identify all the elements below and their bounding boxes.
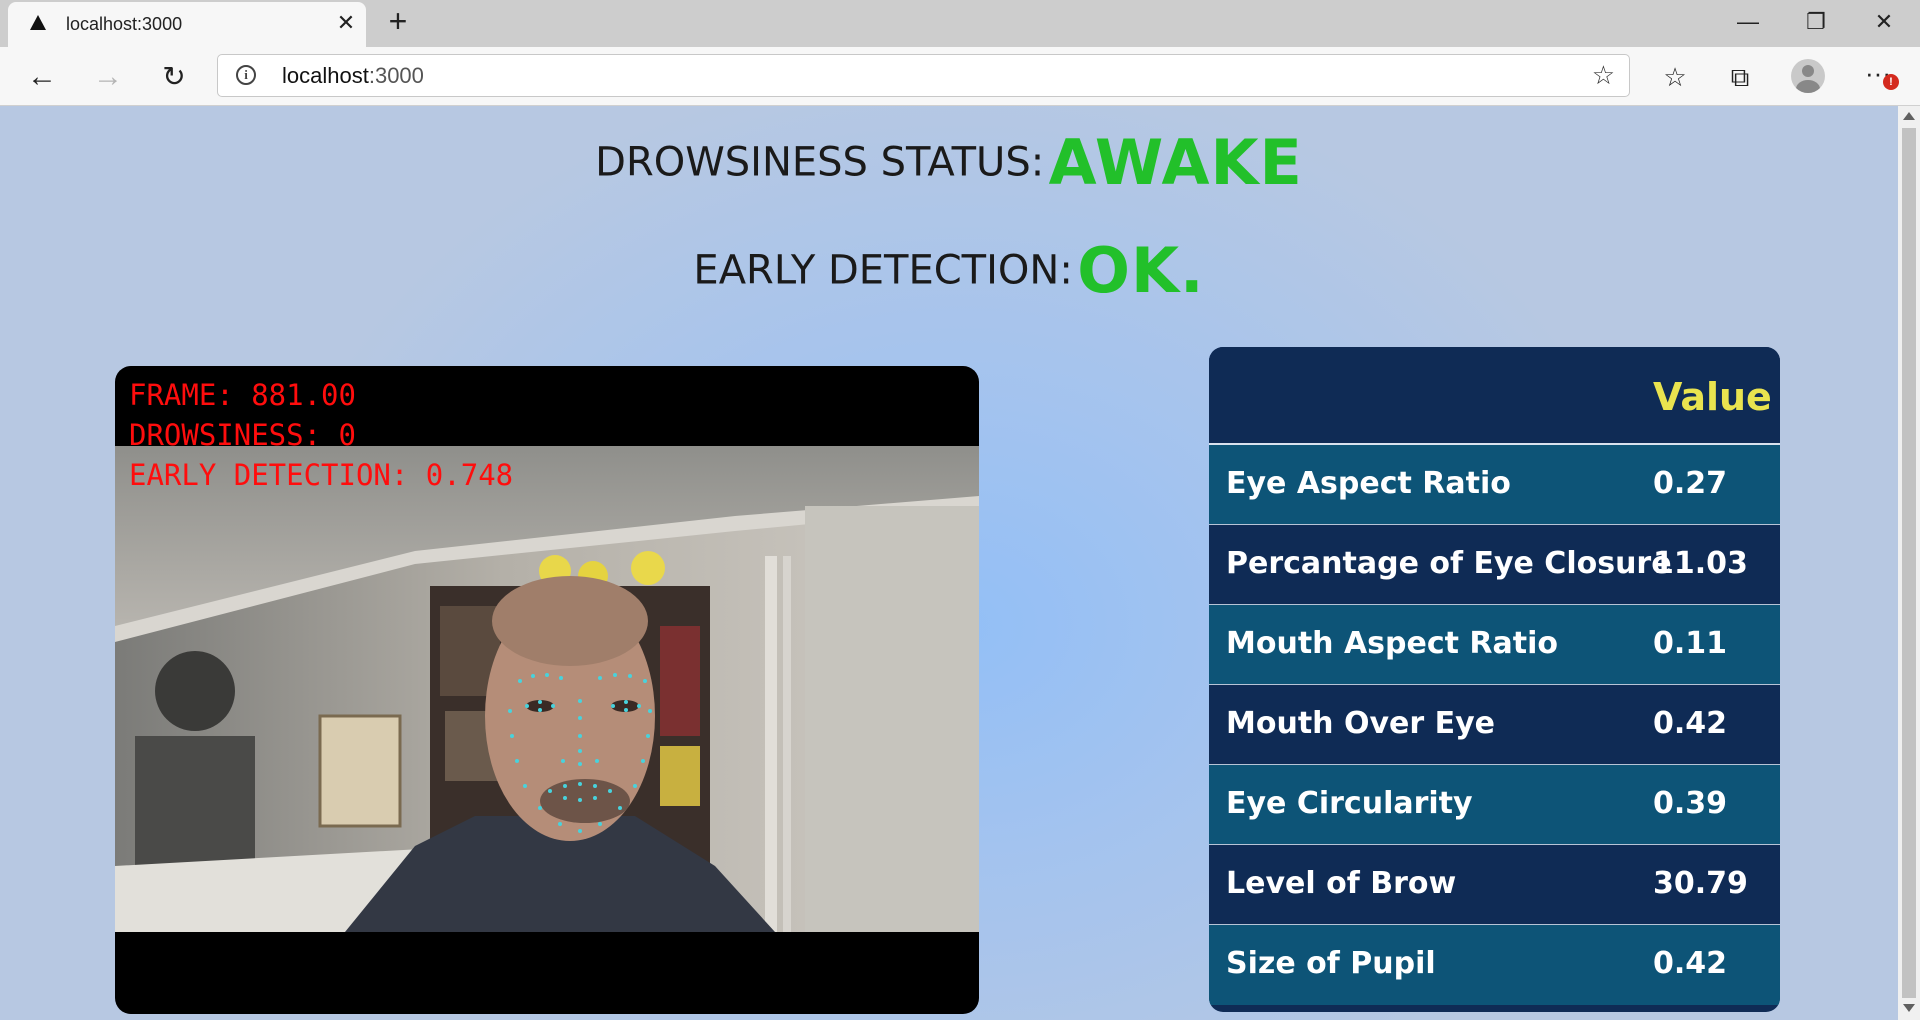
info-icon[interactable]: i: [236, 65, 256, 85]
metrics-table: Value Eye Aspect Ratio 0.27 Percantage o…: [1209, 347, 1780, 1012]
drowsiness-status-label: DROWSINESS STATUS:: [595, 139, 1045, 186]
browser-tab[interactable]: localhost:3000 ✕: [8, 2, 366, 47]
early-detection-label: EARLY DETECTION:: [693, 247, 1073, 294]
page-viewport: DROWSINESS STATUS: AWAKE EARLY DETECTION…: [0, 106, 1898, 1020]
metric-name: Eye Aspect Ratio: [1226, 466, 1511, 501]
metric-value: 0.11: [1653, 626, 1728, 661]
metric-value: 11.03: [1653, 546, 1748, 581]
arrow-right-icon[interactable]: →: [88, 57, 128, 97]
star-add-icon[interactable]: ☆: [1592, 62, 1615, 88]
metric-name: Percantage of Eye Closure: [1226, 546, 1672, 581]
url-host: localhost: [282, 63, 369, 88]
table-row: Percantage of Eye Closure 11.03: [1209, 525, 1780, 605]
metric-name: Mouth Over Eye: [1226, 706, 1496, 741]
metric-name: Size of Pupil: [1226, 946, 1436, 981]
metric-name: Eye Circularity: [1226, 786, 1473, 821]
table-row: Eye Circularity 0.39: [1209, 765, 1780, 845]
metric-value: 0.42: [1653, 706, 1728, 741]
scroll-down-arrow-icon[interactable]: [1903, 1004, 1915, 1012]
drowsiness-status-heading: DROWSINESS STATUS: AWAKE: [0, 126, 1898, 199]
window-close-icon[interactable]: ✕: [1864, 6, 1904, 38]
scroll-up-arrow-icon[interactable]: [1903, 112, 1915, 120]
table-row: Mouth Aspect Ratio 0.11: [1209, 605, 1780, 685]
table-row: Mouth Over Eye 0.42: [1209, 685, 1780, 765]
scrollbar-thumb[interactable]: [1902, 128, 1916, 998]
arrow-left-icon[interactable]: ←: [22, 57, 62, 97]
drowsiness-status-value: AWAKE: [1048, 126, 1303, 199]
webcam-frame-image: [115, 446, 979, 932]
early-detection-heading: EARLY DETECTION: OK.: [0, 234, 1898, 307]
url-port: :3000: [368, 63, 424, 88]
plus-icon[interactable]: +: [382, 5, 414, 38]
drowsiness-overlay: DROWSINESS: 0: [129, 418, 356, 452]
metric-name: Level of Brow: [1226, 866, 1457, 901]
early-detection-overlay: EARLY DETECTION: 0.748: [129, 458, 514, 492]
metric-value: 0.42: [1653, 946, 1728, 981]
vertical-scrollbar[interactable]: [1898, 106, 1920, 1020]
tab-strip: localhost:3000 ✕ + — ❐ ✕: [0, 0, 1920, 47]
minimize-icon[interactable]: —: [1728, 6, 1768, 38]
metric-name: Mouth Aspect Ratio: [1226, 626, 1559, 661]
address-toolbar: ← → ↻ i localhost:3000 ☆ ☆ ⧉ ··· !: [0, 47, 1920, 106]
restore-icon[interactable]: ❐: [1796, 6, 1836, 38]
address-bar[interactable]: i localhost:3000 ☆: [217, 54, 1630, 97]
url-text[interactable]: localhost:3000: [282, 63, 424, 89]
triangle-favicon-icon: [30, 15, 46, 30]
collections-icon[interactable]: ⧉: [1720, 57, 1760, 97]
close-icon[interactable]: ✕: [333, 10, 359, 36]
value-column-header: Value: [1653, 375, 1772, 419]
favorites-icon[interactable]: ☆: [1655, 57, 1695, 97]
reload-icon[interactable]: ↻: [154, 57, 194, 97]
frame-counter-overlay: FRAME: 881.00: [129, 378, 356, 412]
table-row: Eye Aspect Ratio 0.27: [1209, 445, 1780, 525]
avatar[interactable]: [1791, 59, 1825, 93]
table-header: Value: [1209, 347, 1780, 445]
notification-badge: !: [1883, 74, 1899, 90]
webcam-video-feed: FRAME: 881.00 DROWSINESS: 0 EARLY DETECT…: [115, 366, 979, 1014]
metric-value: 30.79: [1653, 866, 1748, 901]
table-row: Size of Pupil 0.42: [1209, 925, 1780, 1005]
early-detection-value: OK.: [1077, 234, 1205, 307]
metric-value: 0.27: [1653, 466, 1728, 501]
table-row: Level of Brow 30.79: [1209, 845, 1780, 925]
tab-title: localhost:3000: [66, 14, 183, 34]
metric-value: 0.39: [1653, 786, 1728, 821]
